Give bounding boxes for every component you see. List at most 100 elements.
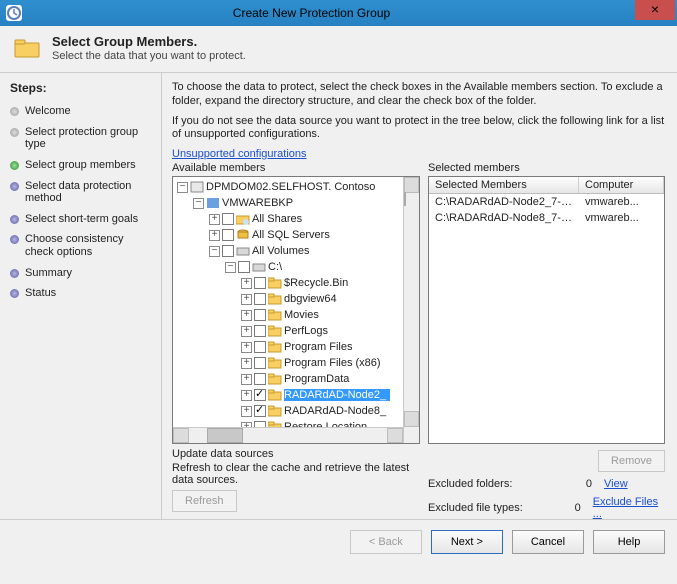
back-button[interactable]: < Back [350,530,422,554]
close-button[interactable]: × [635,0,675,20]
expander-icon[interactable]: + [209,214,220,225]
main-panel: To choose the data to protect, select th… [162,73,677,519]
step-item[interactable]: Choose consistency check options [8,229,157,262]
tree-group[interactable]: All Volumes [252,245,309,257]
scroll-thumb[interactable] [404,192,406,206]
scroll-right-icon[interactable] [387,428,403,443]
step-bullet-icon [10,128,19,137]
domain-icon [190,181,204,193]
tree-folder[interactable]: Program Files [284,341,356,353]
selected-members-label: Selected members [428,162,665,174]
exclude-files-link[interactable]: Exclude Files ... [593,496,665,520]
step-item[interactable]: Welcome [8,101,157,122]
refresh-button[interactable]: Refresh [172,490,237,512]
checkbox[interactable] [254,293,266,305]
help-button[interactable]: Help [593,530,665,554]
checkbox[interactable] [254,325,266,337]
step-item[interactable]: Select group members [8,155,157,176]
view-excluded-link[interactable]: View [604,478,628,490]
checkbox[interactable] [222,213,234,225]
wizard-footer: < Back Next > Cancel Help [0,519,677,564]
expander-icon[interactable]: + [209,230,220,241]
window-title: Create New Protection Group [0,6,635,20]
step-item[interactable]: Status [8,283,157,304]
unsupported-configurations-link[interactable]: Unsupported configurations [172,148,307,160]
horizontal-scrollbar[interactable] [173,427,403,443]
checkbox[interactable] [254,405,266,417]
folder-icon [268,389,282,401]
table-row[interactable]: C:\RADARdAD-Node8_7-26-6-...vmwareb... [429,210,664,226]
step-bullet-icon [10,161,19,170]
folder-icon [268,405,282,417]
checkbox[interactable] [222,245,234,257]
checkbox[interactable] [254,373,266,385]
step-bullet-icon [10,289,19,298]
step-item[interactable]: Select data protection method [8,176,157,209]
tree-folder[interactable]: Movies [284,309,323,321]
cell-computer: vmwareb... [579,210,664,226]
app-icon [6,5,22,21]
checkbox[interactable] [238,261,250,273]
tree-folder[interactable]: RADARdAD-Node2_ [284,389,390,401]
expander-icon[interactable]: − [225,262,236,273]
tree-folder[interactable]: RADARdAD-Node8_ [284,405,390,417]
step-item[interactable]: Summary [8,263,157,284]
tree-server[interactable]: VMWAREBKP [222,197,293,209]
update-title: Update data sources [172,448,420,460]
tree-folder[interactable]: Program Files (x86) [284,357,385,369]
step-label: Welcome [25,105,71,118]
steps-heading: Steps: [10,81,157,95]
tree-folder[interactable]: $Recycle.Bin [284,277,352,289]
expander-icon[interactable]: − [177,182,188,193]
step-label: Summary [25,267,72,280]
tree-group[interactable]: All Shares [252,213,302,225]
step-item[interactable]: Select protection group type [8,122,157,155]
expander-icon[interactable]: + [241,374,252,385]
table-row[interactable]: C:\RADARdAD-Node2_7-26-6-...vmwareb... [429,194,664,210]
expander-icon[interactable]: + [241,326,252,337]
column-header-computer[interactable]: Computer [579,177,664,193]
next-button[interactable]: Next > [431,530,503,554]
checkbox[interactable] [254,389,266,401]
tree-group[interactable]: All SQL Servers [252,229,330,241]
expander-icon[interactable]: + [241,342,252,353]
scroll-up-icon[interactable] [404,177,419,193]
available-members-label: Available members [172,162,420,174]
scroll-left-icon[interactable] [173,428,189,443]
step-label: Choose consistency check options [25,233,155,258]
expander-icon[interactable]: + [241,406,252,417]
selected-members-grid[interactable]: Selected Members Computer C:\RADARdAD-No… [428,176,665,444]
tree-folder[interactable]: dbgview64 [284,293,341,305]
checkbox[interactable] [254,309,266,321]
tree-folder[interactable]: ProgramData [284,373,353,385]
checkbox[interactable] [222,229,234,241]
step-bullet-icon [10,269,19,278]
expander-icon[interactable]: + [241,278,252,289]
cell-member: C:\RADARdAD-Node2_7-26-6-... [429,194,579,210]
vertical-scrollbar[interactable] [403,177,419,443]
checkbox[interactable] [254,341,266,353]
remove-button[interactable]: Remove [598,450,665,472]
server-icon [206,197,220,209]
scroll-down-icon[interactable] [404,411,419,427]
expander-icon[interactable]: + [241,358,252,369]
available-members-tree[interactable]: − DPMDOM02.SELFHOST. Contoso − [172,176,420,444]
expander-icon[interactable]: − [209,246,220,257]
checkbox[interactable] [254,277,266,289]
expander-icon[interactable]: − [193,198,204,209]
expander-icon[interactable]: + [241,294,252,305]
column-header-member[interactable]: Selected Members [429,177,579,193]
volumes-icon [236,245,250,257]
checkbox[interactable] [254,357,266,369]
expander-icon[interactable]: + [241,310,252,321]
tree-drive[interactable]: C:\ [268,261,282,273]
cancel-button[interactable]: Cancel [512,530,584,554]
step-label: Select data protection method [25,180,155,205]
scroll-thumb[interactable] [207,428,243,443]
expander-icon[interactable]: + [241,390,252,401]
cell-member: C:\RADARdAD-Node8_7-26-6-... [429,210,579,226]
tree-root[interactable]: DPMDOM02.SELFHOST. Contoso [206,181,375,193]
step-item[interactable]: Select short-term goals [8,209,157,230]
database-icon [236,229,250,241]
tree-folder[interactable]: PerfLogs [284,325,332,337]
